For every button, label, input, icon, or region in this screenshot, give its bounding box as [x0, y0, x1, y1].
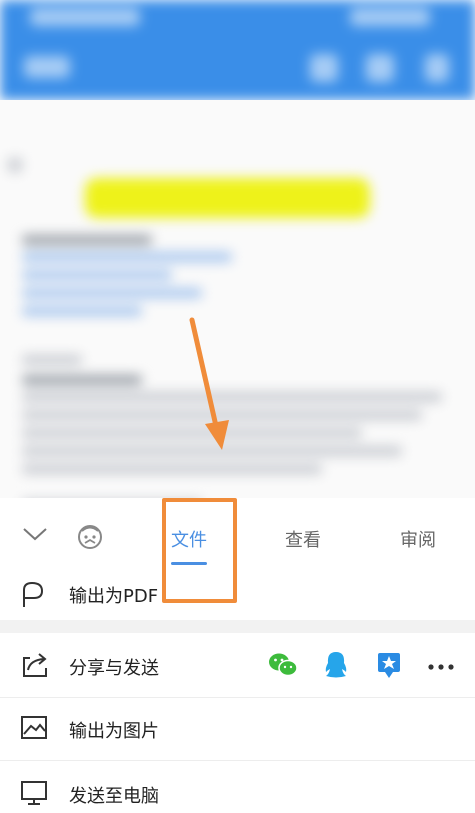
monitor-icon — [20, 780, 48, 810]
bottom-toolbar: 文件 查看 审阅 — [0, 498, 475, 573]
menu-label: 发送至电脑 — [69, 786, 159, 807]
section-divider — [0, 620, 475, 633]
pdf-icon — [20, 580, 46, 614]
menu-export-pdf[interactable]: 输出为PDF — [0, 572, 475, 620]
menu-label: 分享与发送 — [69, 658, 159, 679]
assistant-icon[interactable] — [76, 522, 104, 556]
tab-review[interactable]: 审阅 — [400, 526, 436, 552]
menu-label: 输出为图片 — [69, 721, 159, 742]
qq-icon[interactable] — [324, 650, 348, 684]
more-icon[interactable] — [428, 658, 454, 677]
app-header — [0, 0, 475, 100]
wechat-icon[interactable] — [268, 652, 298, 682]
menu-send-to-pc[interactable]: 发送至电脑 — [0, 761, 475, 813]
share-icon — [20, 650, 50, 684]
document-preview — [0, 100, 475, 498]
tab-view[interactable]: 查看 — [285, 526, 321, 552]
annotation-highlight-box — [162, 498, 237, 603]
menu-label: 输出为PDF — [69, 586, 159, 607]
image-icon — [20, 715, 48, 745]
menu-share-send[interactable]: 分享与发送 — [0, 633, 475, 697]
qzone-icon[interactable] — [376, 650, 402, 684]
chevron-down-icon[interactable] — [22, 524, 48, 548]
menu-export-image[interactable]: 输出为图片 — [0, 698, 475, 760]
